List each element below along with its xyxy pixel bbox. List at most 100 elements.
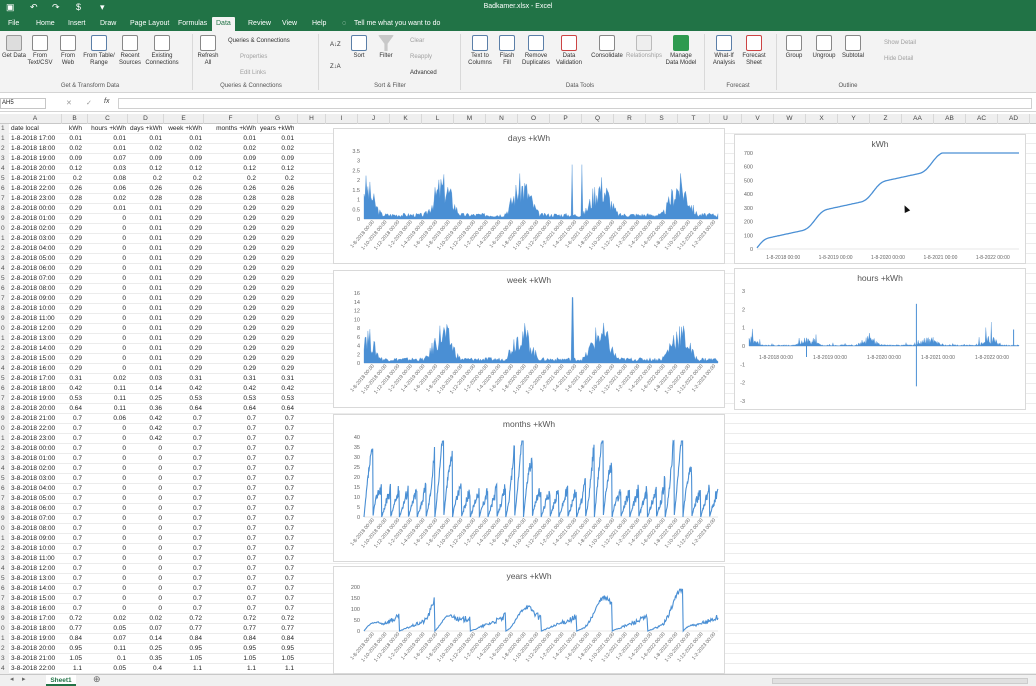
cell-value[interactable]: 0.7	[166, 414, 202, 424]
cell-value[interactable]: 0.7	[166, 474, 202, 484]
cell-value[interactable]: 0.12	[64, 164, 82, 174]
cell-value[interactable]: 0.03	[130, 374, 162, 384]
row-number[interactable]: 5	[0, 374, 9, 384]
cell-value[interactable]: 0.26	[260, 184, 294, 194]
column-header-a[interactable]: A	[9, 114, 62, 124]
cell-value[interactable]: 0.7	[64, 564, 82, 574]
cell-value[interactable]: 0.01	[130, 364, 162, 374]
cell-value[interactable]: 0.29	[166, 304, 202, 314]
row-number[interactable]: 3	[0, 454, 9, 464]
cell-value[interactable]: days +kWh	[130, 124, 162, 134]
row-number[interactable]: 0	[0, 324, 9, 334]
cell-value[interactable]: 0.02	[130, 144, 162, 154]
row-number[interactable]: 0	[0, 424, 9, 434]
cell-date[interactable]: 1-8-2018 20:00	[11, 164, 60, 174]
row-number[interactable]: 0	[0, 524, 9, 534]
cell-value[interactable]: 0.7	[64, 524, 82, 534]
cell-value[interactable]: 0.7	[260, 424, 294, 434]
cell-value[interactable]: 0	[90, 504, 126, 514]
cell-date[interactable]: 2-8-2018 20:00	[11, 404, 60, 414]
cell-value[interactable]: 0.29	[260, 244, 294, 254]
cell-value[interactable]: 0.7	[166, 444, 202, 454]
cell-value[interactable]: 0.29	[64, 364, 82, 374]
cell-value[interactable]: 0	[90, 464, 126, 474]
cell-value[interactable]: 0.42	[166, 384, 202, 394]
cell-date[interactable]: 3-8-2018 12:00	[11, 564, 60, 574]
cell-value[interactable]: hours +kWh	[90, 124, 126, 134]
cell-value[interactable]: 0.53	[64, 394, 82, 404]
cell-value[interactable]: 0.2	[260, 174, 294, 184]
cell-value[interactable]: years +kWh	[260, 124, 294, 134]
cell-value[interactable]: 0	[90, 484, 126, 494]
cell-value[interactable]: 0.09	[64, 154, 82, 164]
cell-value[interactable]: 0.11	[90, 404, 126, 414]
cell-value[interactable]: 0.7	[260, 524, 294, 534]
cell-value[interactable]: 0.29	[260, 274, 294, 284]
scroll-left-icon[interactable]: ◂	[10, 675, 14, 683]
cell-date[interactable]: 2-8-2018 06:00	[11, 264, 60, 274]
cell-date[interactable]: 1-8-2018 22:00	[11, 184, 60, 194]
cell-value[interactable]: 0.01	[130, 234, 162, 244]
cell-value[interactable]: 0.7	[206, 544, 256, 554]
row-number[interactable]: 2	[0, 144, 9, 154]
column-header-n[interactable]: N	[486, 114, 518, 124]
row-number[interactable]: 6	[0, 184, 9, 194]
cell-value[interactable]: 0.64	[64, 404, 82, 414]
column-header-e[interactable]: E	[164, 114, 204, 124]
cell-value[interactable]: 0.31	[64, 374, 82, 384]
tab-page-layout[interactable]: Page Layout	[126, 17, 173, 31]
cell-value[interactable]: 0	[90, 444, 126, 454]
cell-value[interactable]: 0.72	[260, 614, 294, 624]
row-number[interactable]: 5	[0, 474, 9, 484]
cell-value[interactable]: 0.29	[260, 264, 294, 274]
enter-icon[interactable]: ✓	[86, 99, 92, 107]
cell-value[interactable]: 0.01	[90, 134, 126, 144]
cell-value[interactable]: 0	[130, 534, 162, 544]
cell-value[interactable]: 0.7	[64, 434, 82, 444]
cell-value[interactable]: 0.7	[260, 554, 294, 564]
cell-value[interactable]: 0.28	[64, 194, 82, 204]
cell-date[interactable]: 3-8-2018 14:00	[11, 584, 60, 594]
cell-value[interactable]: 1.1	[260, 664, 294, 674]
cell-value[interactable]: 0.7	[206, 534, 256, 544]
row-number[interactable]: 5	[0, 174, 9, 184]
cell-date[interactable]: 3-8-2018 15:00	[11, 594, 60, 604]
cell-value[interactable]: 0.11	[90, 644, 126, 654]
chart-years-kwh[interactable]: years +kWh 0 50 100 150 200 1-8-2018 00:00 1-10…	[333, 566, 725, 674]
row-number[interactable]: 4	[0, 564, 9, 574]
cell-value[interactable]: 0.02	[206, 144, 256, 154]
remove-duplicates-button[interactable]: Remove Duplicates	[520, 35, 552, 67]
cell-date[interactable]: 3-8-2018 20:00	[11, 644, 60, 654]
cell-value[interactable]: 0	[90, 224, 126, 234]
cell-value[interactable]: 0.29	[64, 264, 82, 274]
tell-me-search[interactable]: Tell me what you want to do	[350, 17, 444, 31]
column-header-b[interactable]: B	[62, 114, 88, 124]
cell-date[interactable]: 1-8-2018 18:00	[11, 144, 60, 154]
cell-value[interactable]: 0.7	[206, 554, 256, 564]
cell-value[interactable]: 0.77	[260, 624, 294, 634]
row-number[interactable]: 7	[0, 194, 9, 204]
row-number[interactable]: 9	[0, 514, 9, 524]
cell-value[interactable]: 0.7	[260, 464, 294, 474]
cell-value[interactable]: 0.42	[260, 384, 294, 394]
cell-date[interactable]: 2-8-2018 00:00	[11, 204, 60, 214]
row-number[interactable]: 1	[0, 334, 9, 344]
cell-value[interactable]: 0.7	[64, 574, 82, 584]
cell-value[interactable]: 0.29	[206, 234, 256, 244]
cell-value[interactable]: 0.29	[206, 364, 256, 374]
cell-value[interactable]: 0	[90, 294, 126, 304]
row-number[interactable]: 1	[0, 534, 9, 544]
cell-value[interactable]: 0	[90, 254, 126, 264]
cell-value[interactable]: 0.01	[130, 204, 162, 214]
consolidate-button[interactable]: Consolidate	[590, 35, 624, 60]
cell-date[interactable]: 3-8-2018 22:00	[11, 664, 60, 674]
subtotal-button[interactable]: Subtotal	[840, 35, 866, 60]
cell-date[interactable]: 1-8-2018 17:00	[11, 134, 60, 144]
sort-descending-button[interactable]: Z↓A	[330, 63, 341, 71]
cell-value[interactable]: 0.42	[206, 384, 256, 394]
data-series[interactable]	[756, 152, 1019, 249]
cell-value[interactable]: 0	[130, 604, 162, 614]
cell-value[interactable]: 0	[130, 574, 162, 584]
cell-value[interactable]: 0.31	[166, 374, 202, 384]
cell-value[interactable]: 0	[130, 484, 162, 494]
